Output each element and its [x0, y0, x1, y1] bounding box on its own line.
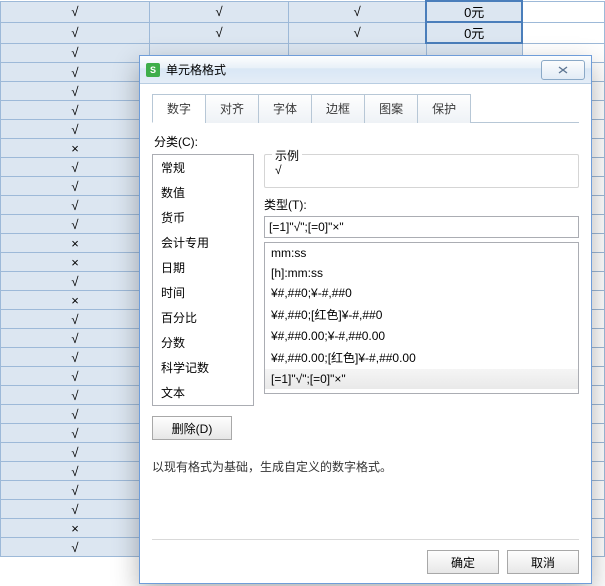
cell[interactable]: √ — [1, 500, 150, 519]
cancel-button[interactable]: 取消 — [507, 550, 579, 574]
cell[interactable]: √ — [289, 22, 427, 43]
category-list[interactable]: 常规数值货币会计专用日期时间百分比分数科学记数文本特殊自定义 — [152, 154, 254, 406]
category-item[interactable]: 常规 — [153, 155, 253, 180]
cell[interactable]: √ — [1, 196, 150, 215]
tab-边框[interactable]: 边框 — [311, 94, 365, 123]
cell[interactable] — [522, 22, 604, 43]
cell[interactable]: √ — [1, 101, 150, 120]
cell-format-dialog: S 单元格格式 数字对齐字体边框图案保护 分类(C): 常规数值货币会计专用日期… — [139, 55, 592, 584]
cell[interactable]: √ — [1, 43, 150, 63]
cell[interactable]: × — [1, 253, 150, 272]
cell-selected[interactable]: 0元 — [426, 1, 522, 22]
tab-数字[interactable]: 数字 — [152, 94, 206, 123]
category-label: 分类(C): — [154, 133, 579, 150]
tab-保护[interactable]: 保护 — [417, 94, 471, 123]
cell[interactable]: √ — [1, 481, 150, 500]
cell[interactable]: √ — [1, 272, 150, 291]
cell[interactable]: √ — [1, 443, 150, 462]
close-icon — [558, 66, 568, 74]
sample-group: 示例 √ — [264, 154, 579, 188]
close-button[interactable] — [541, 60, 585, 80]
cell[interactable]: √ — [1, 348, 150, 367]
category-item[interactable]: 货币 — [153, 205, 253, 230]
format-item[interactable]: ¥#,##0;¥-#,##0 — [265, 283, 578, 303]
type-label: 类型(T): — [264, 196, 579, 213]
cell[interactable]: √ — [1, 462, 150, 481]
format-item[interactable]: ¥#,##0.00;¥-#,##0.00 — [265, 326, 578, 346]
cell[interactable]: √ — [150, 22, 289, 43]
dialog-title: 单元格格式 — [166, 61, 226, 78]
cell[interactable]: √ — [1, 63, 150, 82]
cell[interactable]: × — [1, 519, 150, 538]
cell[interactable] — [522, 1, 604, 22]
category-item[interactable]: 百分比 — [153, 305, 253, 330]
tab-字体[interactable]: 字体 — [258, 94, 312, 123]
sample-label: 示例 — [272, 147, 302, 164]
cell[interactable]: √ — [1, 424, 150, 443]
cell[interactable]: √ — [1, 22, 150, 43]
format-list[interactable]: mm:ss[h]:mm:ss¥#,##0;¥-#,##0¥#,##0;[红色]¥… — [264, 242, 579, 394]
cell[interactable]: √ — [1, 1, 150, 22]
category-item[interactable]: 分数 — [153, 330, 253, 355]
type-input[interactable] — [264, 216, 579, 238]
category-item[interactable]: 文本 — [153, 380, 253, 405]
cell[interactable]: √ — [289, 1, 427, 22]
cell[interactable]: √ — [150, 1, 289, 22]
cell[interactable]: √ — [1, 177, 150, 196]
cell[interactable]: √ — [1, 120, 150, 139]
cell[interactable]: √ — [1, 310, 150, 329]
format-item[interactable]: ¥#,##0.00;[红色]¥-#,##0.00 — [265, 346, 578, 369]
format-item[interactable]: mm:ss — [265, 243, 578, 263]
cell[interactable]: √ — [1, 329, 150, 348]
cell[interactable]: × — [1, 139, 150, 158]
cell[interactable]: √ — [1, 158, 150, 177]
dialog-tabs: 数字对齐字体边框图案保护 — [152, 93, 579, 123]
format-item[interactable]: ¥#,##0;[红色]¥-#,##0 — [265, 303, 578, 326]
tab-对齐[interactable]: 对齐 — [205, 94, 259, 123]
delete-button[interactable]: 删除(D) — [152, 416, 232, 440]
app-icon: S — [146, 63, 160, 77]
format-item[interactable]: [=1]"√";[=0]"×" — [265, 369, 578, 389]
cell[interactable]: √ — [1, 215, 150, 234]
tab-图案[interactable]: 图案 — [364, 94, 418, 123]
format-item[interactable]: [h]:mm:ss — [265, 263, 578, 283]
ok-button[interactable]: 确定 — [427, 550, 499, 574]
category-item[interactable]: 特殊 — [153, 405, 253, 406]
separator — [152, 539, 579, 540]
category-item[interactable]: 日期 — [153, 255, 253, 280]
category-item[interactable]: 科学记数 — [153, 355, 253, 380]
cell-selected[interactable]: 0元 — [426, 22, 522, 43]
cell[interactable]: √ — [1, 538, 150, 557]
sample-value: √ — [275, 163, 568, 177]
hint-text: 以现有格式为基础，生成自定义的数字格式。 — [152, 458, 579, 475]
dialog-titlebar[interactable]: S 单元格格式 — [140, 56, 591, 84]
category-item[interactable]: 时间 — [153, 280, 253, 305]
cell[interactable]: √ — [1, 405, 150, 424]
category-item[interactable]: 会计专用 — [153, 230, 253, 255]
cell[interactable]: √ — [1, 386, 150, 405]
cell[interactable]: √ — [1, 82, 150, 101]
cell[interactable]: × — [1, 234, 150, 253]
cell[interactable]: × — [1, 291, 150, 310]
cell[interactable]: √ — [1, 367, 150, 386]
category-item[interactable]: 数值 — [153, 180, 253, 205]
